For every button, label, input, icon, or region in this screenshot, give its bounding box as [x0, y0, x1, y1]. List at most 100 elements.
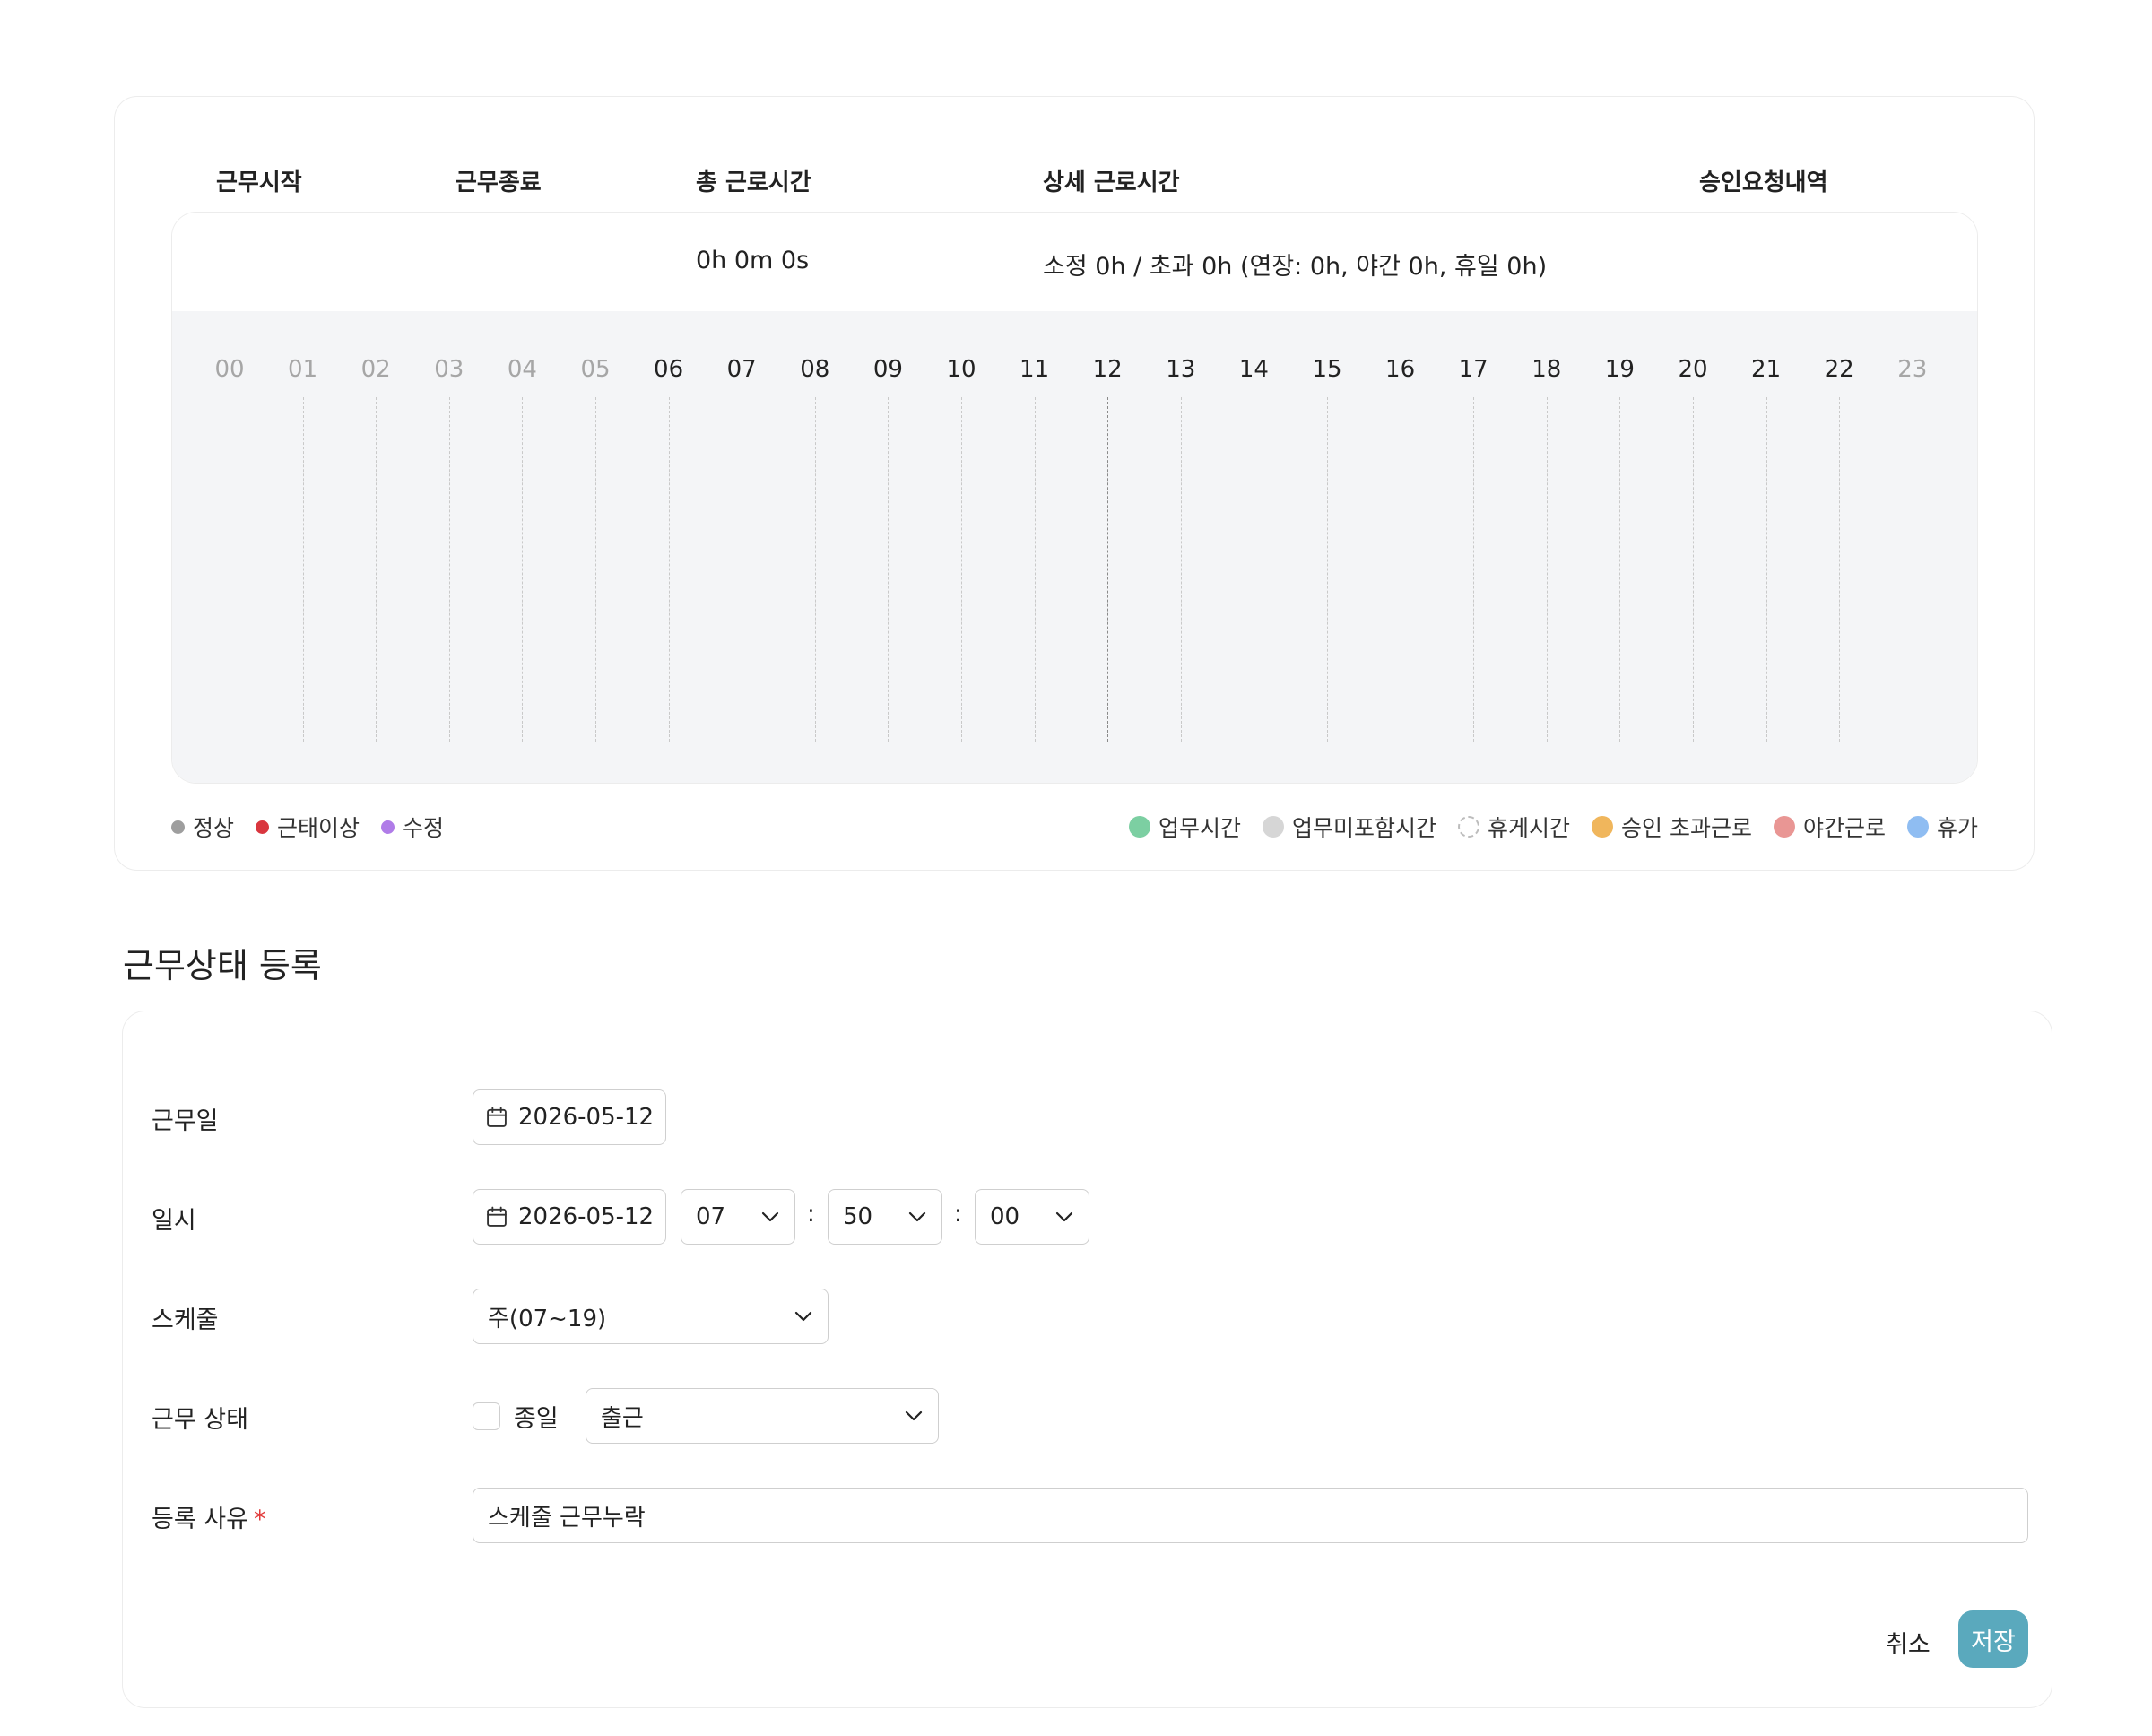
time-separator: :: [954, 1201, 962, 1228]
work-status-select-value: 출근: [601, 1404, 644, 1432]
hour-column: 08: [779, 311, 851, 742]
hour-column: 02: [340, 311, 412, 742]
hour-gridline: [595, 397, 596, 742]
hour-label: 09: [872, 356, 903, 383]
legend-label: 업무미포함시간: [1291, 815, 1436, 841]
hour-gridline: [1034, 397, 1036, 742]
hour-gridline: [376, 397, 377, 742]
chevron-down-icon: [761, 1211, 779, 1222]
summary-row: 0h 0m 0s 소정 0h / 초과 0h (연장: 0h, 야간 0h, 휴…: [172, 213, 1977, 311]
legend-dot-icon: [381, 820, 395, 834]
hour-label: 16: [1385, 356, 1416, 383]
required-mark: *: [253, 1506, 266, 1533]
chevron-down-icon: [794, 1311, 812, 1322]
legend-dot-icon: [1592, 816, 1614, 838]
hour-column: 00: [194, 311, 265, 742]
hour-gridline: [1766, 397, 1767, 742]
hour-column: 01: [267, 311, 339, 742]
hour-gridline: [1473, 397, 1475, 742]
work-status-select[interactable]: 출근: [586, 1388, 939, 1444]
hour-gridline: [522, 397, 524, 742]
legend-item: 휴가: [1906, 811, 1978, 843]
hour-label: 19: [1604, 356, 1635, 383]
legend-dot-icon: [1262, 816, 1284, 838]
hour-label: 03: [434, 356, 464, 383]
cancel-button[interactable]: 취소: [1886, 1625, 1931, 1660]
hour-gridline: [1180, 397, 1182, 742]
schedule-label: 스케줄: [152, 1306, 219, 1334]
legend-label: 근태이상: [277, 815, 360, 841]
hour-select[interactable]: 07: [681, 1189, 795, 1245]
work-date-label: 근무일: [152, 1107, 219, 1135]
legend-dot-icon: [171, 820, 185, 834]
hour-column: 05: [560, 311, 631, 742]
legend-dot-icon: [1128, 816, 1150, 838]
second-select[interactable]: 00: [975, 1189, 1089, 1245]
hour-column: 18: [1511, 311, 1583, 742]
hour-label: 08: [800, 356, 830, 383]
hour-column: 16: [1365, 311, 1436, 742]
hour-label: 01: [288, 356, 318, 383]
hour-label: 05: [580, 356, 611, 383]
hour-label: 15: [1312, 356, 1342, 383]
datetime-label: 일시: [152, 1207, 196, 1235]
datetime-date-picker[interactable]: 2026-05-12: [473, 1189, 666, 1245]
hour-column: 23: [1877, 311, 1948, 742]
hour-column: 19: [1584, 311, 1655, 742]
allday-label: 종일: [514, 1405, 559, 1433]
legend-item: 야간근로: [1773, 811, 1886, 843]
hour-gridline: [888, 397, 889, 742]
hour-column: 04: [486, 311, 558, 742]
legend-label: 업무시간: [1158, 815, 1241, 841]
legend-label: 승인 초과근로: [1621, 815, 1752, 841]
legend-dot-icon: [1906, 816, 1929, 838]
chevron-down-icon: [905, 1410, 923, 1421]
legend-status: 정상 근태이상 수정: [171, 811, 444, 843]
chevron-down-icon: [908, 1211, 926, 1222]
work-date-picker[interactable]: 2026-05-12: [473, 1089, 666, 1145]
hour-gridline: [1619, 397, 1621, 742]
timeline-panel: 0h 0m 0s 소정 0h / 초과 0h (연장: 0h, 야간 0h, 휴…: [171, 212, 1978, 784]
hour-column: 17: [1437, 311, 1509, 742]
hour-column: 22: [1803, 311, 1875, 742]
hour-gridline: [814, 397, 816, 742]
save-button[interactable]: 저장: [1958, 1610, 2028, 1668]
total-hours-value: 0h 0m 0s: [696, 247, 810, 274]
hour-label: 04: [507, 356, 537, 383]
legend-dot-icon: [1458, 816, 1480, 838]
hour-column: 03: [413, 311, 485, 742]
hour-label: 06: [654, 356, 684, 383]
hour-column: 13: [1145, 311, 1217, 742]
calendar-icon: [487, 1206, 507, 1227]
hour-gridline: [1546, 397, 1548, 742]
page-title: 근무상태 등록: [123, 946, 322, 985]
legend-dot-icon: [256, 820, 270, 834]
legend-label: 휴가: [1936, 815, 1978, 841]
schedule-select[interactable]: 주(07~19): [473, 1289, 829, 1344]
time-separator: :: [807, 1201, 815, 1228]
minute-select-value: 50: [843, 1203, 873, 1230]
hour-label: 02: [360, 356, 391, 383]
hour-grid: 00 01 02 03 04 05 06 07 08 09 10 11 12 13 14 15 16 17 18 19…: [172, 311, 1977, 783]
hour-label: 13: [1166, 356, 1196, 383]
header-approval-requests: 승인요청내역: [1699, 169, 1828, 196]
legend-label: 수정: [403, 815, 445, 841]
second-select-value: 00: [990, 1203, 1020, 1230]
hour-label: 10: [946, 356, 976, 383]
hour-column: 12: [1072, 311, 1143, 742]
work-date-value: 2026-05-12: [518, 1104, 655, 1131]
legend-item: 정상: [171, 811, 234, 843]
reason-input[interactable]: 스케줄 근무누락: [473, 1488, 2028, 1543]
detail-hours-value: 소정 0h / 초과 0h (연장: 0h, 야간 0h, 휴일 0h): [1043, 253, 1548, 281]
hour-gridline: [1327, 397, 1328, 742]
allday-checkbox[interactable]: [473, 1402, 500, 1430]
hour-column: 21: [1731, 311, 1802, 742]
hour-gridline: [1839, 397, 1841, 742]
minute-select[interactable]: 50: [828, 1189, 942, 1245]
work-status-label: 근무 상태: [152, 1406, 248, 1434]
legend-time-types: 업무시간 업무미포함시간 휴게시간 승인 초과근로 야간근로 휴가: [1128, 811, 1978, 843]
hour-label: 22: [1824, 356, 1854, 383]
legend-label: 휴게시간: [1488, 815, 1571, 841]
header-total-hours: 총 근로시간: [696, 169, 811, 196]
hour-label: 11: [1020, 356, 1050, 383]
